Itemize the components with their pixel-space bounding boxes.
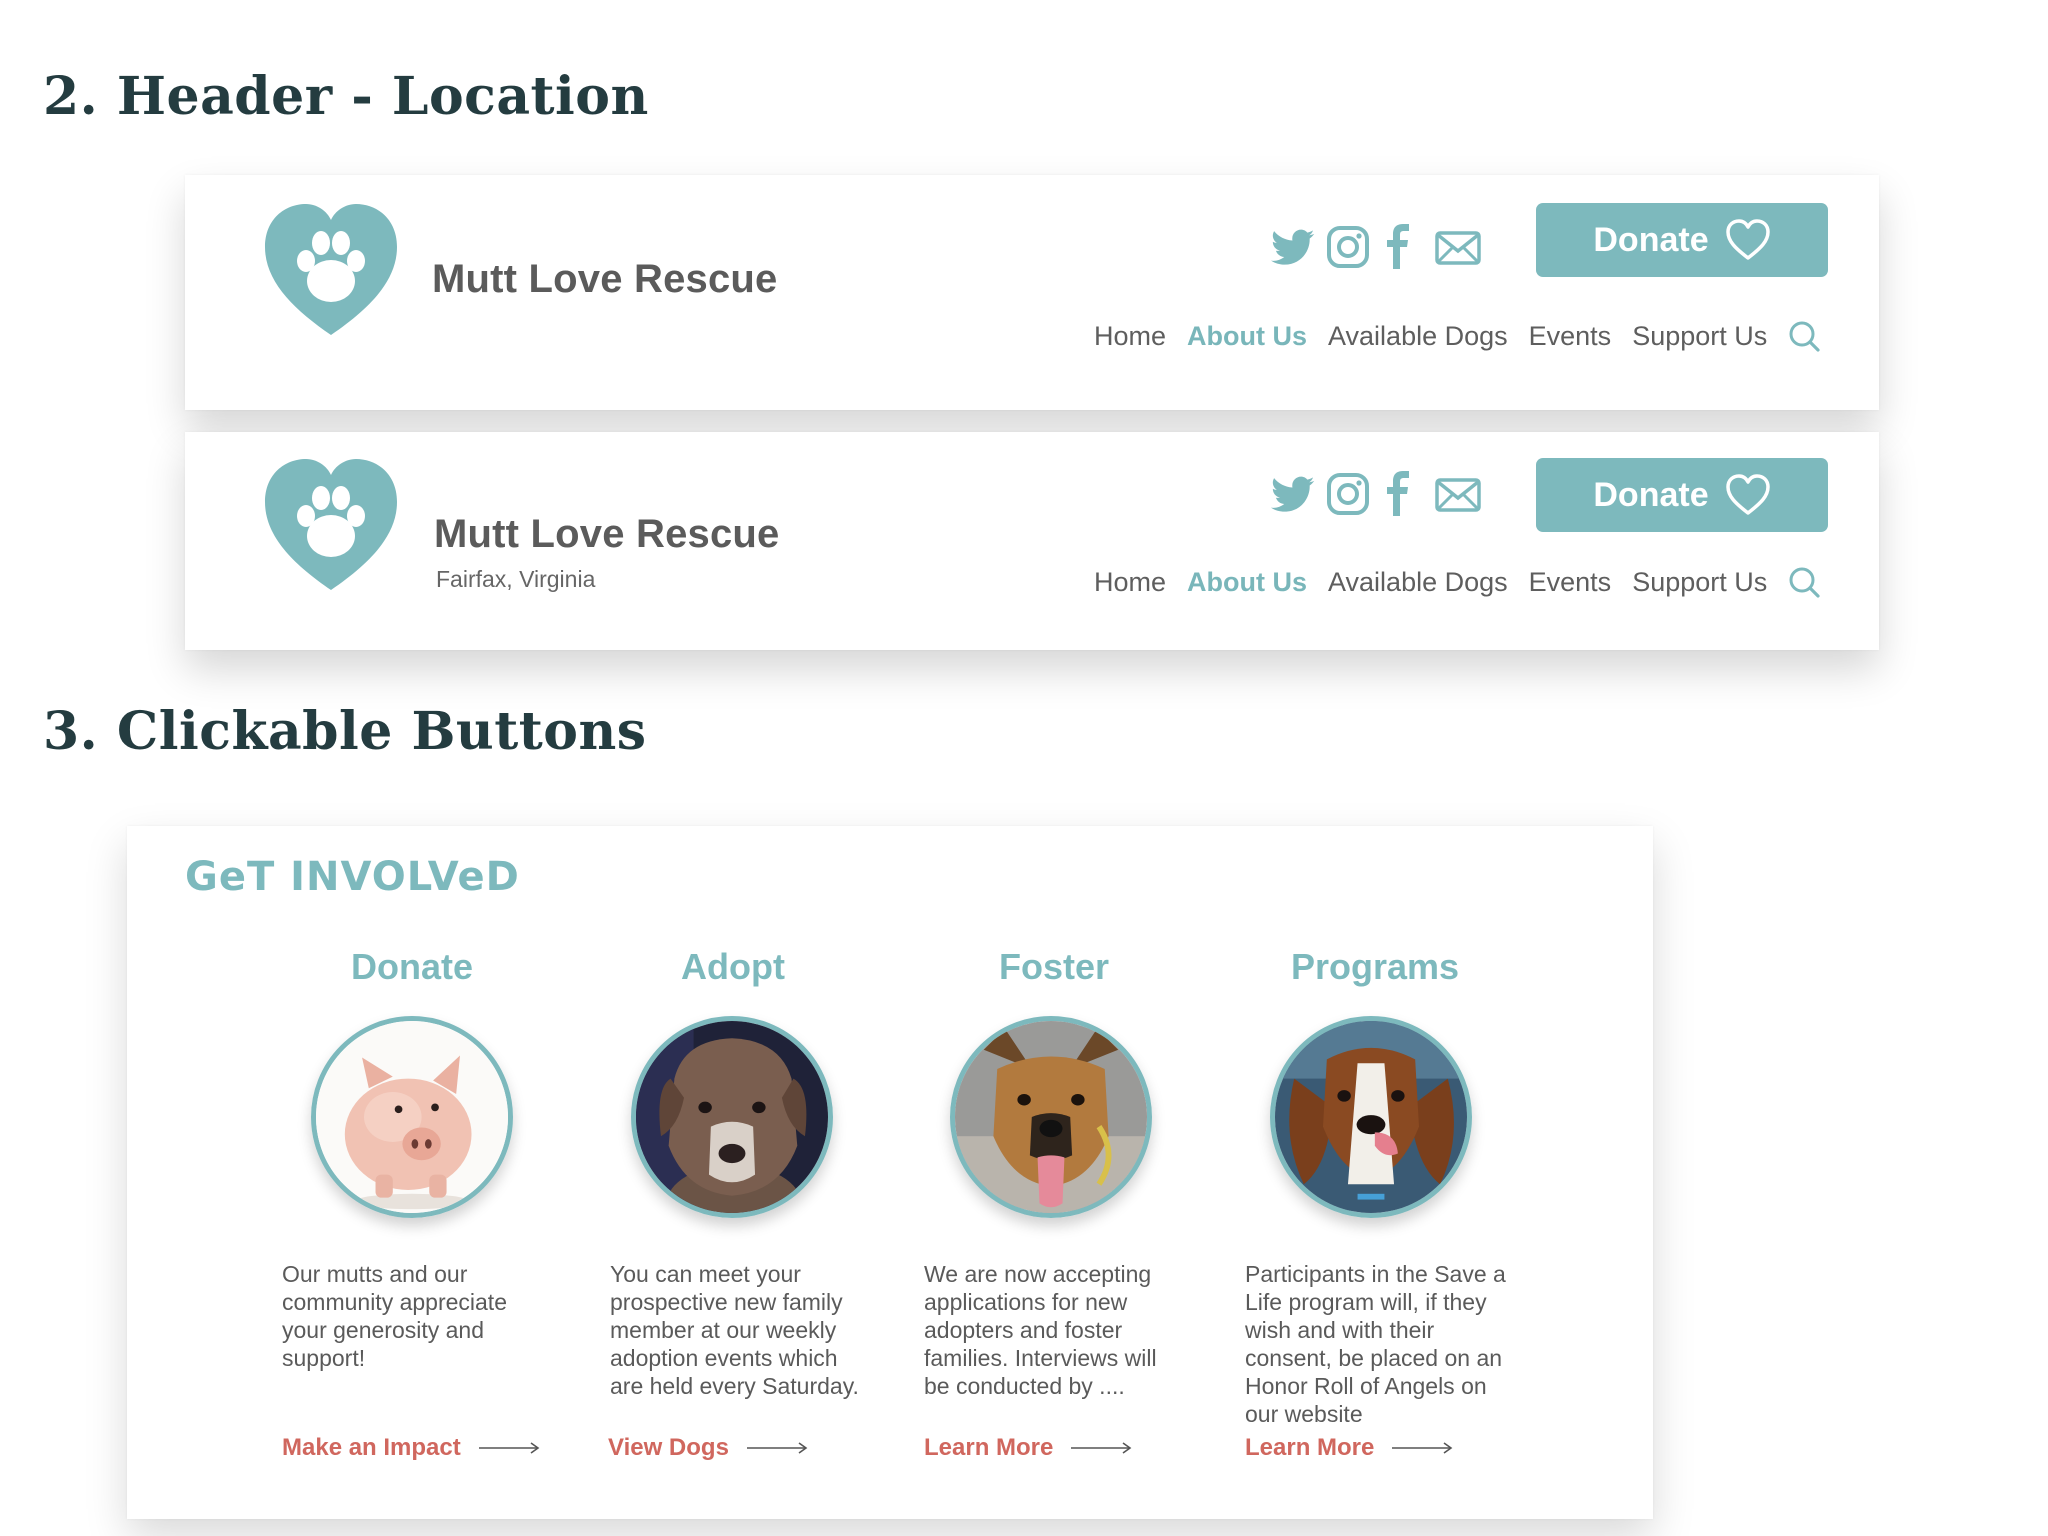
twitter-icon[interactable]: [1271, 476, 1315, 514]
get-involved-section: GeT INVOLVeD Donate Our mutts and our co…: [127, 826, 1653, 1519]
card-link-label: Learn More: [924, 1434, 1054, 1461]
piggy-bank-image[interactable]: [311, 1016, 513, 1218]
nav-item-available-dogs[interactable]: Available Dogs: [1328, 321, 1508, 352]
card-title: Donate: [350, 946, 473, 987]
donate-button-label: Donate: [1593, 475, 1709, 514]
card-description: Participants in the Save a Life program …: [1245, 1261, 1506, 1427]
main-nav: Home About Us Available Dogs Events Supp…: [1094, 320, 1820, 352]
paw-heart-logo[interactable]: [263, 203, 399, 337]
card-title: Foster: [998, 946, 1110, 987]
donate-card: Donate Our mutts and our community appre…: [282, 826, 582, 1519]
paw-heart-logo[interactable]: [263, 458, 399, 592]
card-title: Adopt: [681, 946, 785, 987]
nav-item-events[interactable]: Events: [1529, 567, 1612, 598]
facebook-icon[interactable]: [1386, 470, 1410, 516]
section-heading-header-location: 2. Header - Location: [43, 66, 649, 127]
section-heading-clickable-buttons: 3. Clickable Buttons: [43, 701, 647, 762]
brown-dog-image[interactable]: [631, 1016, 833, 1218]
search-icon[interactable]: [1788, 320, 1820, 352]
instagram-icon[interactable]: [1326, 472, 1370, 516]
card-description: You can meet your prospective new family…: [610, 1261, 859, 1399]
make-an-impact-link[interactable]: Make an Impact: [282, 1434, 541, 1462]
nav-item-available-dogs[interactable]: Available Dogs: [1328, 567, 1508, 598]
arrow-right-icon: [1071, 1442, 1132, 1454]
social-links: [1271, 470, 1487, 520]
nav-item-events[interactable]: Events: [1529, 321, 1612, 352]
nav-item-support-us[interactable]: Support Us: [1632, 321, 1767, 352]
beagle-dog-image[interactable]: [1270, 1016, 1472, 1218]
nav-item-support-us[interactable]: Support Us: [1632, 567, 1767, 598]
site-name: Mutt Love Rescue: [432, 257, 778, 301]
facebook-icon[interactable]: [1386, 223, 1410, 269]
card-link-label: View Dogs: [608, 1434, 729, 1461]
arrow-right-icon: [746, 1442, 808, 1454]
social-links: [1271, 223, 1487, 273]
main-nav: Home About Us Available Dogs Events Supp…: [1094, 566, 1820, 598]
mail-icon[interactable]: [1435, 231, 1481, 265]
nav-item-about-us[interactable]: About Us: [1187, 567, 1307, 598]
card-link-label: Make an Impact: [282, 1434, 461, 1461]
heart-icon: [1725, 219, 1770, 260]
programs-learn-more-link[interactable]: Learn More: [1245, 1434, 1454, 1462]
twitter-icon[interactable]: [1271, 229, 1315, 267]
tan-shepherd-dog-image[interactable]: [950, 1016, 1152, 1218]
nav-item-about-us[interactable]: About Us: [1187, 321, 1307, 352]
heart-icon: [1725, 474, 1770, 515]
card-title: Programs: [1290, 946, 1460, 987]
site-location: Fairfax, Virginia: [436, 566, 596, 592]
arrow-right-icon: [478, 1442, 540, 1454]
nav-item-home[interactable]: Home: [1094, 321, 1166, 352]
nav-item-home[interactable]: Home: [1094, 567, 1166, 598]
card-description: Our mutts and our community appreciate y…: [282, 1261, 507, 1371]
view-dogs-link[interactable]: View Dogs: [608, 1434, 809, 1462]
site-header: Mutt Love Rescue Donate Home About Us Av…: [185, 175, 1879, 410]
donate-button[interactable]: Donate: [1536, 458, 1828, 532]
foster-card: Foster We are now accepting applications…: [924, 826, 1224, 1519]
foster-learn-more-link[interactable]: Learn More: [924, 1434, 1133, 1462]
donate-button[interactable]: Donate: [1536, 203, 1828, 277]
adopt-card: Adopt You can meet your prospective new …: [601, 826, 901, 1519]
card-description: We are now accepting applications for ne…: [924, 1261, 1157, 1399]
mail-icon[interactable]: [1435, 478, 1481, 512]
site-name: Mutt Love Rescue: [434, 512, 780, 556]
instagram-icon[interactable]: [1326, 225, 1370, 269]
arrow-right-icon: [1392, 1442, 1453, 1454]
search-icon[interactable]: [1788, 566, 1820, 598]
site-header-with-location: Mutt Love Rescue Fairfax, Virginia Donat…: [185, 432, 1879, 650]
card-link-label: Learn More: [1245, 1434, 1375, 1461]
programs-card: Programs Participants in the Save a Life…: [1245, 826, 1545, 1519]
donate-button-label: Donate: [1593, 220, 1709, 259]
